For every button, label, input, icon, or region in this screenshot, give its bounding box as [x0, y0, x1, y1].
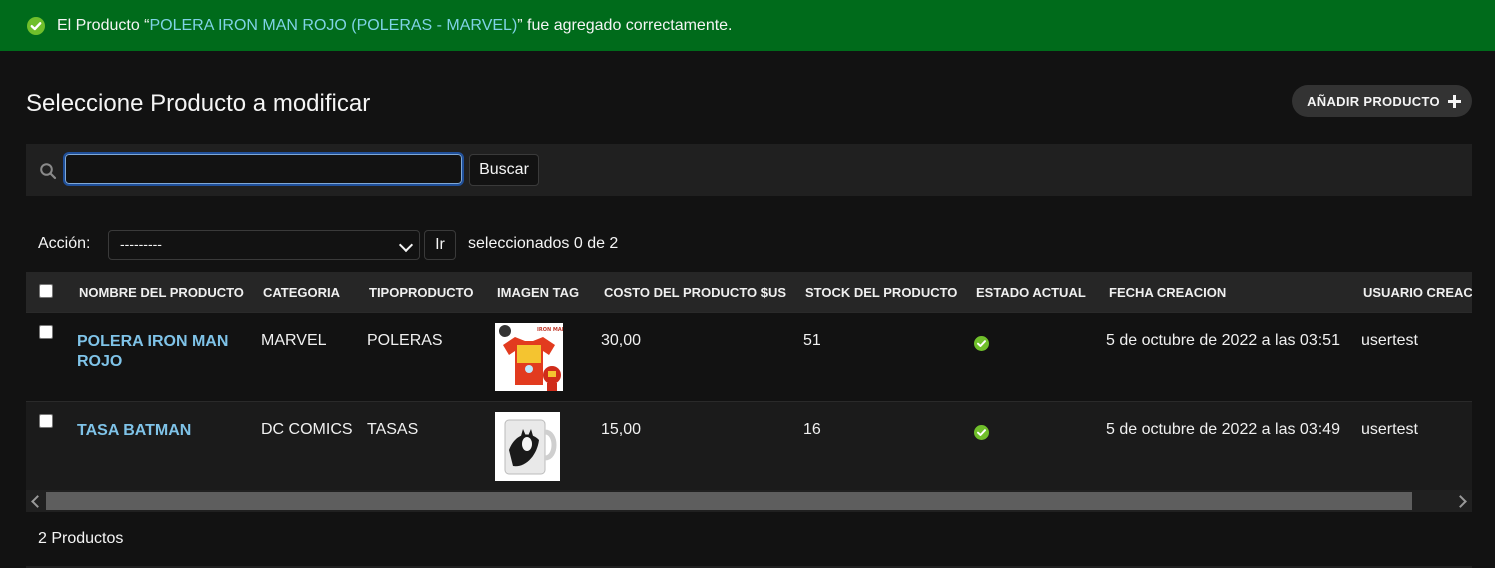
select-all-checkbox[interactable] — [39, 284, 53, 298]
add-product-label: AÑADIR PRODUCTO — [1307, 93, 1440, 109]
product-name-link[interactable]: POLERA IRON MAN ROJO — [77, 332, 237, 372]
row-checkbox[interactable] — [39, 325, 53, 339]
table-row: TASA BATMAN DC COMICS TASAS 15,00 16 5 d… — [26, 401, 1472, 490]
search-button[interactable]: Buscar — [469, 154, 539, 186]
product-created-user: usertest — [1361, 421, 1418, 438]
horizontal-scrollbar[interactable] — [26, 490, 1472, 512]
check-circle-icon — [27, 17, 45, 35]
scroll-left-icon[interactable] — [31, 495, 44, 508]
product-cost: 30,00 — [601, 332, 642, 349]
column-header-user[interactable]: USUARIO CREACI — [1363, 285, 1472, 300]
search-toolbar: Buscar — [26, 144, 1472, 196]
row-checkbox[interactable] — [39, 414, 53, 428]
result-count: 2 Productos — [38, 530, 124, 547]
column-header-created[interactable]: FECHA CREACION — [1109, 285, 1226, 300]
plus-icon — [1447, 94, 1461, 108]
column-header-stock[interactable]: STOCK DEL PRODUCTO — [805, 285, 957, 300]
success-message: El Producto “POLERA IRON MAN ROJO (POLER… — [57, 17, 733, 35]
product-cost: 15,00 — [601, 421, 642, 438]
product-stock: 51 — [803, 332, 821, 349]
scroll-right-icon[interactable] — [1454, 495, 1467, 508]
page-title: Seleccione Producto a modificar — [26, 90, 371, 117]
column-header-status[interactable]: ESTADO ACTUAL — [976, 285, 1086, 300]
column-header-name[interactable]: NOMBRE DEL PRODUCTO — [79, 285, 244, 300]
go-button[interactable]: Ir — [424, 230, 456, 260]
action-select[interactable]: --------- — [108, 230, 420, 260]
action-label: Acción: — [38, 235, 91, 252]
message-prefix: El Producto “ — [57, 17, 150, 34]
add-product-button[interactable]: AÑADIR PRODUCTO — [1292, 85, 1472, 117]
results-table: NOMBRE DEL PRODUCTO CATEGORIA TIPOPRODUC… — [26, 272, 1472, 490]
column-header-type[interactable]: TIPOPRODUCTO — [369, 285, 474, 300]
batman-mug-thumbnail — [495, 412, 560, 481]
actions-bar: Acción: --------- Ir seleccionados 0 de … — [38, 230, 738, 260]
table-header: NOMBRE DEL PRODUCTO CATEGORIA TIPOPRODUC… — [26, 272, 1472, 312]
search-input[interactable] — [63, 152, 464, 186]
product-type: TASAS — [367, 421, 419, 438]
action-select-value: --------- — [120, 236, 162, 252]
table-row: POLERA IRON MAN ROJO MARVEL POLERAS IRON… — [26, 312, 1472, 403]
chevron-down-icon — [398, 237, 414, 253]
selection-counter: seleccionados 0 de 2 — [468, 235, 619, 252]
product-type: POLERAS — [367, 332, 443, 349]
product-name-link[interactable]: TASA BATMAN — [77, 421, 237, 441]
ironman-shirt-thumbnail: IRON MAN — [495, 323, 563, 391]
message-product-link[interactable]: POLERA IRON MAN ROJO (POLERAS - MARVEL) — [149, 17, 517, 34]
product-created-user: usertest — [1361, 332, 1418, 349]
product-stock: 16 — [803, 421, 821, 438]
scrollbar-thumb[interactable] — [46, 492, 1412, 510]
column-header-cost[interactable]: COSTO DEL PRODUCTO $US — [604, 285, 786, 300]
product-category: DC COMICS — [261, 421, 353, 438]
product-created-date: 5 de octubre de 2022 a las 03:51 — [1106, 332, 1340, 349]
check-circle-icon — [974, 336, 989, 351]
product-category: MARVEL — [261, 332, 327, 349]
column-header-category[interactable]: CATEGORIA — [263, 285, 340, 300]
message-suffix: ” fue agregado correctamente. — [517, 17, 733, 34]
success-message-bar: El Producto “POLERA IRON MAN ROJO (POLER… — [0, 0, 1495, 51]
svg-text:IRON MAN: IRON MAN — [537, 327, 563, 333]
column-header-image[interactable]: IMAGEN TAG — [497, 285, 579, 300]
search-icon — [40, 163, 57, 180]
product-created-date: 5 de octubre de 2022 a las 03:49 — [1106, 421, 1340, 438]
check-circle-icon — [974, 425, 989, 440]
